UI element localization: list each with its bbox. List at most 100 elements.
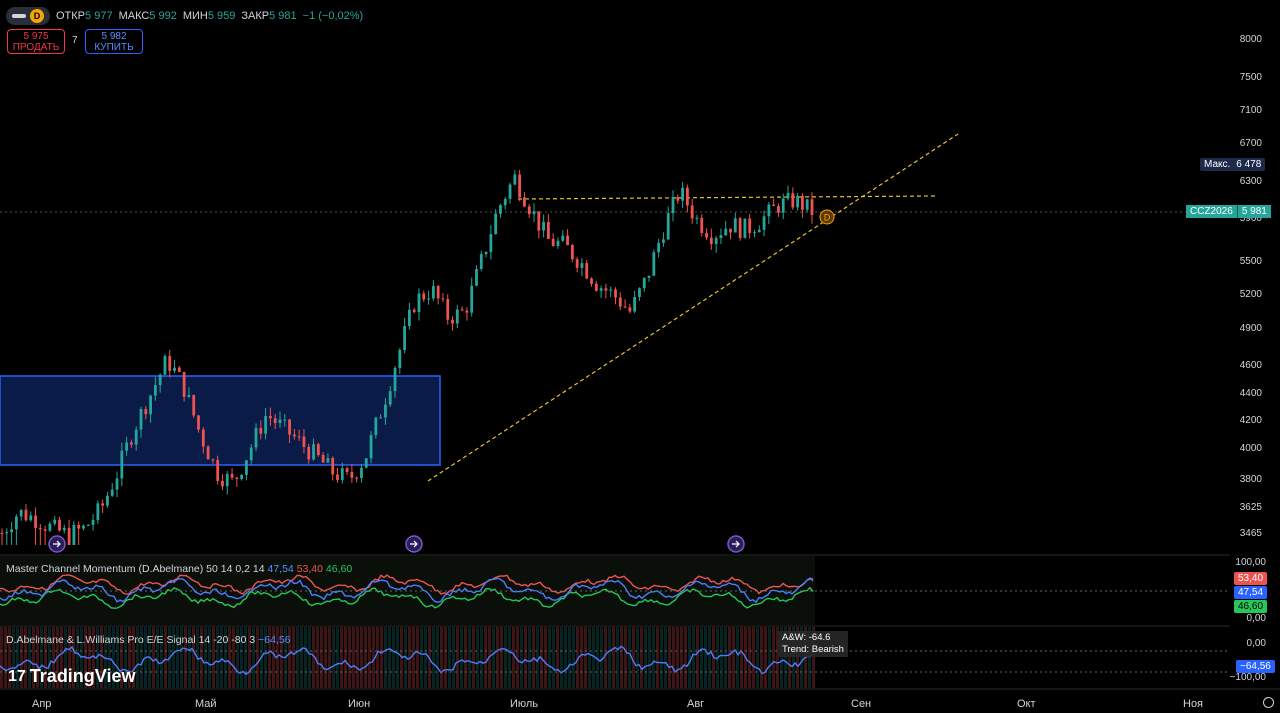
candle-body	[566, 235, 569, 246]
candle-body	[177, 367, 181, 372]
price-axis-label: 6700	[1239, 138, 1262, 149]
candle-body	[657, 242, 661, 253]
indicator1-v2: 53,40	[296, 563, 323, 575]
candle-body	[700, 217, 704, 234]
signal-bar	[588, 627, 591, 688]
signal-bar	[616, 627, 619, 688]
price-axis-label: 3625	[1239, 502, 1262, 513]
signal-bar	[464, 627, 467, 688]
signal-bar	[748, 627, 751, 688]
candle-body	[163, 356, 167, 375]
signal-bar	[0, 627, 3, 688]
sell-button[interactable]: 5 975 ПРОДАТЬ	[7, 29, 65, 54]
candle-body	[551, 238, 555, 247]
candle-body	[772, 204, 776, 207]
signal-bar	[316, 627, 319, 688]
candle-body	[671, 196, 675, 214]
candle-body	[355, 477, 359, 479]
signal-bar	[480, 627, 483, 688]
candle-body	[638, 288, 641, 297]
indicator1-legend[interactable]: Master Channel Momentum (D.Abelmane) 50 …	[6, 563, 352, 575]
candle-body	[594, 283, 598, 291]
low-value: 5 959	[207, 10, 236, 22]
signal-bar	[460, 627, 463, 688]
signal-bar	[772, 627, 775, 688]
candle-body	[91, 520, 95, 525]
candle-body	[206, 446, 210, 460]
candles	[0, 169, 814, 545]
last-price-tag: CCZ2026 5 981	[1186, 205, 1271, 218]
price-axis-label: 4000	[1239, 443, 1262, 454]
price-axis-label: 5500	[1239, 256, 1262, 267]
settings-gear-icon[interactable]	[1263, 697, 1274, 708]
candle-body	[398, 349, 402, 369]
candle-body	[14, 516, 18, 530]
candle-body	[618, 297, 622, 307]
signal-bar	[368, 627, 371, 688]
candle-body	[221, 480, 224, 487]
signal-bar	[632, 627, 635, 688]
signal-bar	[380, 627, 383, 688]
price-chart[interactable]: D	[0, 0, 1280, 713]
time-axis-label: Окт	[1017, 698, 1036, 710]
signal-bar	[652, 627, 655, 688]
candle-body	[431, 286, 435, 299]
tradingview-logo[interactable]: 17 TradingView	[8, 666, 136, 687]
candle-body	[197, 415, 200, 430]
signal-bar	[384, 627, 387, 688]
candle-body	[288, 419, 291, 435]
candle-body	[628, 307, 632, 312]
candle-body	[767, 204, 771, 217]
signal-bar	[704, 627, 707, 688]
candle-body	[791, 193, 795, 208]
indicator2-value: −64,56	[258, 634, 291, 646]
trendline	[427, 133, 959, 482]
signal-bar	[724, 627, 727, 688]
ind1-axis-bottom: 0,00	[1246, 613, 1266, 624]
candle-body	[757, 229, 761, 233]
signal-bar	[512, 627, 515, 688]
candle-body	[10, 529, 13, 533]
candle-body	[72, 524, 76, 545]
candle-body	[269, 415, 272, 419]
candle-body	[719, 235, 723, 239]
candle-body	[19, 509, 23, 517]
candle-body	[465, 310, 469, 313]
candle-body	[580, 263, 584, 268]
signal-bar	[424, 627, 427, 688]
candle-body	[307, 446, 311, 460]
signal-bar	[692, 627, 695, 688]
candle-body	[67, 527, 71, 545]
indicator2-legend[interactable]: D.Abelmane & L.Williams Pro E/E Signal 1…	[6, 634, 291, 646]
indicator1-title: Master Channel Momentum (D.Abelmane) 50 …	[6, 563, 265, 575]
candle-body	[733, 218, 737, 233]
candle-body	[738, 218, 742, 239]
signal-bar	[580, 627, 583, 688]
candle-body	[158, 374, 162, 386]
candle-body	[211, 459, 215, 461]
signal-bar	[468, 627, 471, 688]
signal-bar	[524, 627, 527, 688]
ind1-tag-red: 53,40	[1234, 572, 1268, 585]
interval-selector[interactable]: D	[6, 7, 50, 25]
candle-body	[24, 509, 28, 521]
candle-body	[302, 436, 306, 447]
candle-body	[326, 458, 330, 463]
signal-bar	[600, 627, 603, 688]
buy-label: КУПИТЬ	[94, 42, 134, 53]
candle-body	[523, 197, 526, 207]
sell-label: ПРОДАТЬ	[12, 42, 60, 53]
candle-body	[144, 409, 148, 415]
candle-body	[254, 427, 258, 448]
signal-bar	[536, 627, 539, 688]
signal-bar	[504, 627, 507, 688]
candle-body	[345, 468, 349, 473]
ind1-tag-blue: 47,54	[1234, 586, 1268, 599]
price-axis-label: 8000	[1239, 34, 1262, 45]
signal-bar	[752, 627, 755, 688]
time-axis-label: Авг	[687, 698, 705, 710]
candle-body	[43, 529, 47, 531]
signal-bar	[732, 627, 735, 688]
dividend-marker-icon: D	[819, 209, 835, 225]
buy-button[interactable]: 5 982 КУПИТЬ	[85, 29, 143, 54]
